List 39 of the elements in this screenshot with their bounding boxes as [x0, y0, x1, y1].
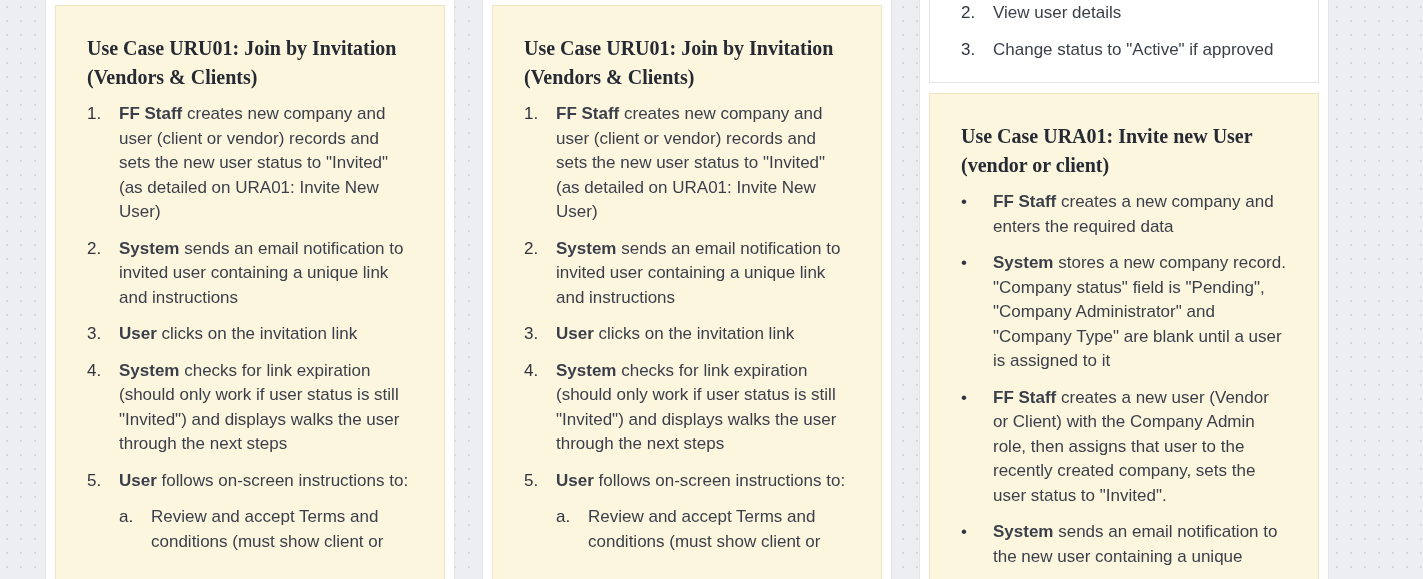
- list-marker: 3.: [524, 323, 540, 345]
- list-marker: 3.: [961, 38, 977, 61]
- list-marker: •: [961, 521, 968, 543]
- list-item-text: User clicks on the invitation link: [556, 323, 795, 345]
- list-marker: 2.: [524, 237, 540, 260]
- list-item-text: System checks for link expiration (should only work if user status is still "Invited") and displays walks the user through the next steps: [119, 359, 401, 455]
- list-item-text: User clicks on the invitation link: [119, 323, 358, 345]
- list-marker: 5.: [524, 469, 540, 492]
- card-title: Use Case URU01: Join by Invitation (Vendors & Clients): [87, 36, 398, 91]
- card-title: Use Case URU01: Join by Invitation (Vendors & Clients): [524, 36, 835, 91]
- list-item-text: Review and accept Terms and conditions (must show client or: [588, 506, 822, 553]
- list-item-text: User follows on-screen instructions to:: [556, 469, 846, 492]
- list-item-text: System stores a new company record. "Company status" field is "Pending", "Company Administrator" and "Company Type" are blank until a user is assigned to it: [993, 252, 1287, 372]
- list-marker: 1.: [87, 103, 103, 125]
- list-marker: •: [961, 252, 968, 274]
- list-item-text: System checks for link expiration (should only work if user status is still "Invited") and displays walks the user through the next steps: [556, 359, 838, 455]
- list-marker: 5.: [87, 469, 103, 492]
- list-item-text: System sends an email notification to the new user containing a unique: [993, 521, 1279, 568]
- list-marker: 4.: [87, 359, 103, 382]
- list-marker: a.: [556, 506, 572, 528]
- card-title: Use Case URA01: Invite new User (vendor or client): [961, 124, 1254, 179]
- list-item-text: FF Staff creates new company and user (client or vendor) records and sets the new user status to "Invited" (as detailed on URA01: Invite New User): [556, 103, 827, 223]
- list-marker: •: [961, 386, 968, 409]
- list-item-text: System sends an email notification to invited user containing a unique link and instructions: [556, 237, 842, 309]
- list-item-text: FF Staff creates a new user (Vendor or Client) with the Company Admin role, then assigns that user to the recently created company, sets the user status to "Invited".: [993, 386, 1270, 507]
- list-item-text: Change status to "Active" if approved: [993, 38, 1274, 61]
- list-item-text: FF Staff creates a new company and enters the required data: [993, 191, 1275, 238]
- list-marker: 3.: [87, 323, 103, 345]
- list-item-text: System sends an email notification to invited user containing a unique link and instructions: [119, 237, 405, 309]
- list-marker: •: [961, 191, 968, 213]
- list-item-text: View user details: [993, 2, 1122, 24]
- list-marker: 1.: [524, 103, 540, 125]
- list-item-text: Review and accept Terms and conditions (must show client or: [151, 506, 385, 553]
- list-marker: 2.: [87, 237, 103, 260]
- list-marker: 4.: [524, 359, 540, 382]
- list-marker: 2.: [961, 2, 977, 24]
- list-item-text: User follows on-screen instructions to:: [119, 469, 409, 492]
- list-marker: a.: [119, 506, 135, 528]
- list-item-text: FF Staff creates new company and user (client or vendor) records and sets the new user status to "Invited" (as detailed on URA01: Invite New User): [119, 103, 390, 223]
